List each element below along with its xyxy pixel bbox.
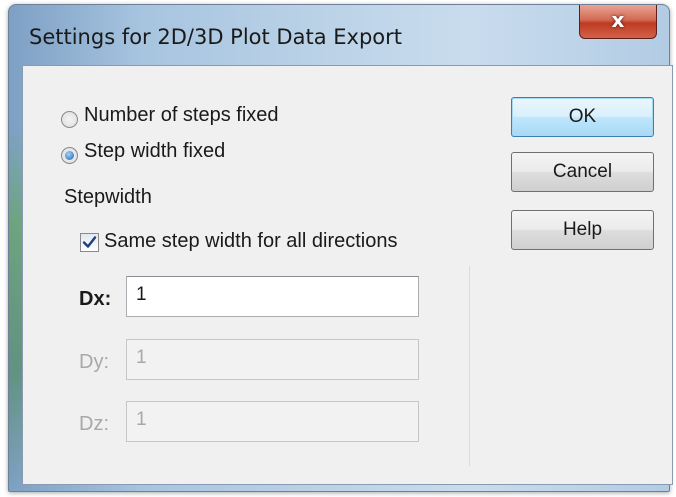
divider — [469, 266, 470, 466]
same-step-width-checkbox[interactable] — [80, 233, 99, 252]
dx-label: Dx: — [79, 288, 112, 310]
dz-input[interactable]: 1 — [126, 401, 419, 442]
stepwidth-group-label: Stepwidth — [64, 186, 152, 208]
radio-step-width[interactable] — [61, 147, 78, 164]
dialog-window: Settings for 2D/3D Plot Data Export x Nu… — [8, 4, 673, 492]
same-step-width-label[interactable]: Same step width for all directions — [104, 230, 397, 253]
dy-input[interactable]: 1 — [126, 339, 419, 380]
ok-button[interactable]: OK — [511, 97, 654, 137]
close-button[interactable]: x — [579, 5, 657, 39]
dx-input[interactable]: 1 — [126, 276, 419, 317]
radio-number-of-steps[interactable] — [61, 111, 78, 128]
help-button[interactable]: Help — [511, 210, 654, 250]
dialog-title: Settings for 2D/3D Plot Data Export — [29, 25, 402, 49]
dialog-content: Number of steps fixed Step width fixed S… — [22, 65, 673, 485]
close-icon: x — [611, 8, 625, 32]
cancel-button[interactable]: Cancel — [511, 152, 654, 192]
radio-number-of-steps-label[interactable]: Number of steps fixed — [84, 104, 279, 127]
dy-label: Dy: — [79, 351, 109, 373]
radio-step-width-label[interactable]: Step width fixed — [84, 140, 225, 163]
dz-label: Dz: — [79, 413, 109, 435]
checkmark-icon — [82, 236, 97, 248]
